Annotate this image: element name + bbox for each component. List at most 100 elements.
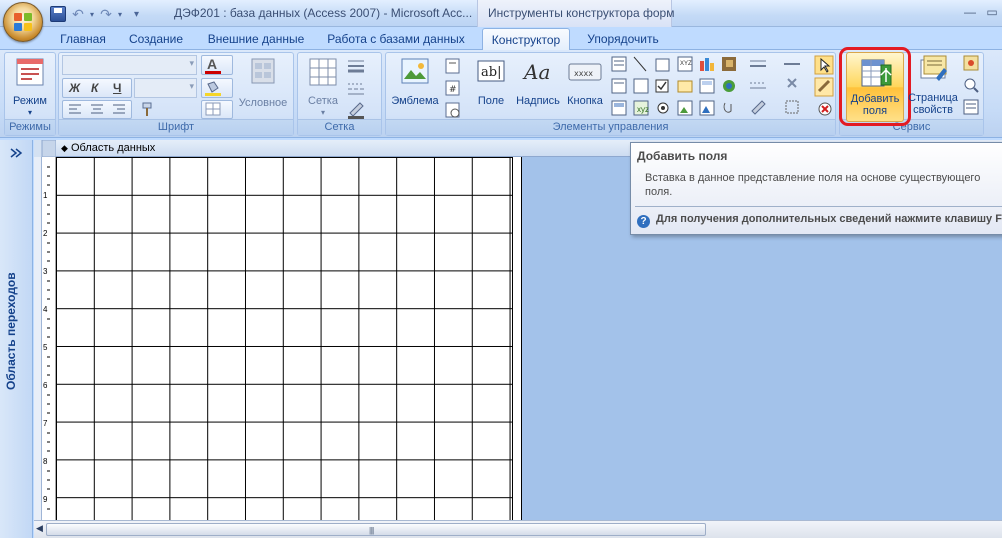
conditional-format-icon <box>251 58 275 84</box>
customize-qat-icon[interactable]: ▾ <box>134 9 139 20</box>
controls-gallery[interactable]: XYZ xyz <box>610 55 750 119</box>
line-thickness-icon[interactable] <box>346 57 376 75</box>
italic-button[interactable]: К <box>91 81 98 95</box>
tab-arrange[interactable]: Упорядочить <box>583 31 663 50</box>
line-type-icon[interactable] <box>346 79 376 97</box>
textbox-icon: ab| <box>477 60 505 82</box>
tooltip-separator <box>635 206 1002 207</box>
save-icon[interactable] <box>50 6 66 22</box>
label-icon: Aa <box>522 60 550 84</box>
ruler-ticks <box>47 166 50 510</box>
fill-color-button[interactable] <box>201 78 233 98</box>
format-painter-icon[interactable] <box>139 101 157 119</box>
undo-icon[interactable]: ↶ <box>70 6 86 22</box>
vertical-ruler: 1 2 3 4 5 6 7 8 9 <box>42 157 56 520</box>
undo-dropdown-icon[interactable]: ▾ <box>90 10 94 19</box>
ruler-strip <box>34 140 42 520</box>
font-color-icon: A <box>207 56 218 72</box>
detail-section-label: ◆ Область данных <box>61 142 155 154</box>
view-icon <box>16 58 44 86</box>
redo-icon[interactable]: ↷ <box>98 6 114 22</box>
title-icon[interactable] <box>444 57 462 75</box>
selection-tools[interactable] <box>814 55 836 119</box>
property-sheet-icon <box>920 55 947 81</box>
tab-external-data[interactable]: Внешние данные <box>206 31 306 50</box>
font-size-combo[interactable] <box>134 78 197 98</box>
context-tab-group: Инструменты конструктора форм <box>477 0 674 27</box>
command-button-label: Кнопка <box>567 95 603 107</box>
tab-home[interactable]: Главная <box>58 31 108 50</box>
group-controls: Эмблема # ab| Поле Aa Надпись xxxx Кнопк… <box>385 52 836 136</box>
minimize-icon[interactable]: — <box>958 3 982 21</box>
property-sheet-label-2: свойств <box>913 104 953 116</box>
tooltip-help-text: Для получения дополнительных сведений на… <box>656 213 1002 225</box>
form-right-edge[interactable] <box>512 157 521 520</box>
underline-button[interactable]: Ч <box>113 81 121 95</box>
line-color-icon[interactable] <box>346 101 376 119</box>
conditional-format-button[interactable]: Условное <box>235 55 291 109</box>
properties-icons[interactable] <box>782 57 806 117</box>
logo-label: Эмблема <box>391 95 439 107</box>
date-time-icon[interactable] <box>444 101 462 119</box>
maximize-icon[interactable]: ▭ <box>980 3 1002 21</box>
font-color-swatch <box>205 71 221 74</box>
tooltip-body: Вставка в данное представление поля на о… <box>645 172 981 198</box>
window-title: ДЭФ201 : база данных (Access 2007) - Mic… <box>174 6 473 20</box>
command-button-icon: xxxx <box>568 63 602 81</box>
section-arrow-icon: ◆ <box>61 143 68 153</box>
bold-button[interactable]: Ж <box>69 81 80 95</box>
svg-text:xxxx: xxxx <box>574 69 593 78</box>
property-sheet-button[interactable]: Страница свойств <box>906 52 960 116</box>
group-controls-label: Элементы управления <box>386 119 835 135</box>
textbox-button[interactable]: ab| Поле <box>474 55 508 107</box>
navigation-pane-label: Область переходов <box>4 272 18 390</box>
align-buttons <box>62 100 132 119</box>
font-color-button[interactable]: A <box>201 55 233 75</box>
horizontal-scrollbar[interactable]: ◀ |||| <box>34 520 1002 538</box>
group-modes: Режим ▾ Режимы <box>4 52 56 136</box>
conditional-format-label: Условное <box>238 97 288 109</box>
section-header-text: Область данных <box>70 142 156 154</box>
logo-icon <box>401 58 429 84</box>
grid-button-label: Сетка <box>308 95 338 107</box>
property-sheet-label-1: Страница <box>908 92 958 104</box>
view-dropdown-icon: ▾ <box>27 108 32 117</box>
gridlines-icon <box>205 102 221 116</box>
tools-small-icons[interactable] <box>962 54 982 118</box>
office-button[interactable] <box>3 2 43 42</box>
label-button[interactable]: Aa Надпись <box>513 55 563 107</box>
title-bar: ↶ ▾ ↷ ▾ ▾ ДЭФ201 : база данных (Access 2… <box>0 0 1002 27</box>
line-options-icons[interactable] <box>748 57 774 117</box>
navigation-pane[interactable]: Область переходов <box>0 140 33 538</box>
svg-text:ab|: ab| <box>481 65 501 80</box>
font-style-buttons: Ж К Ч <box>62 78 132 98</box>
font-name-combo[interactable] <box>62 55 197 75</box>
tab-create[interactable]: Создание <box>127 31 185 50</box>
svg-text:#: # <box>449 85 457 95</box>
quick-access-toolbar: ↶ ▾ ↷ ▾ ▾ <box>50 5 139 23</box>
form-detail-grid[interactable] <box>56 157 522 520</box>
tab-database-tools[interactable]: Работа с базами данных <box>326 31 466 50</box>
scroll-left-icon[interactable]: ◀ <box>36 523 43 534</box>
command-button[interactable]: xxxx Кнопка <box>564 55 606 107</box>
nav-pane-toggle-icon[interactable] <box>6 146 26 160</box>
tooltip-help: ? Для получения дополнительных сведений н… <box>637 213 1002 228</box>
ruler-corner <box>34 140 57 158</box>
line-color-button[interactable] <box>201 100 233 119</box>
grid-button[interactable]: Сетка ▾ <box>302 55 344 119</box>
svg-text:XYZ: XYZ <box>680 61 692 67</box>
group-font-label: Шрифт <box>59 119 293 135</box>
scrollbar-thumb[interactable]: |||| <box>46 523 706 536</box>
tab-design[interactable]: Конструктор <box>482 28 570 51</box>
grid-dropdown-icon: ▾ <box>320 108 325 117</box>
page-number-icon[interactable]: # <box>444 79 462 97</box>
office-logo-icon <box>14 13 34 33</box>
logo-button[interactable]: Эмблема <box>388 55 442 107</box>
view-button[interactable]: Режим ▾ <box>7 55 53 119</box>
fill-bucket-icon <box>205 81 221 96</box>
group-modes-label: Режимы <box>5 119 55 135</box>
redo-dropdown-icon[interactable]: ▾ <box>118 10 122 19</box>
tooltip-title: Добавить поля <box>637 149 728 163</box>
align-icons <box>69 104 125 114</box>
view-button-label: Режим <box>13 95 47 107</box>
